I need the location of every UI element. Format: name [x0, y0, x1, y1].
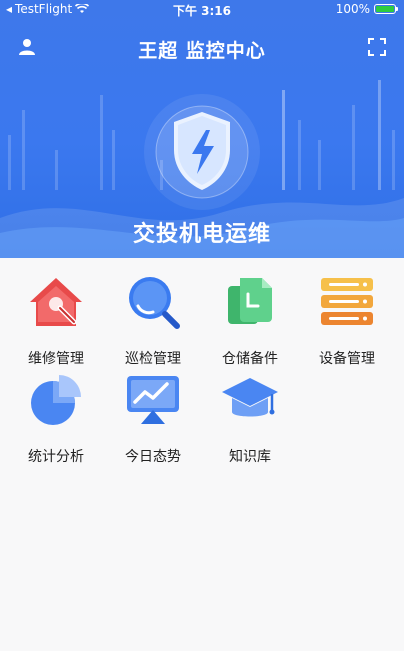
document-copy-icon [228, 278, 272, 324]
menu-item-statistics[interactable]: 统计分析 [11, 370, 101, 466]
menu-label: 巡检管理 [125, 351, 181, 367]
page-title: 王超 监控中心 [138, 40, 266, 62]
menu-label: 维修管理 [28, 351, 84, 367]
pie-chart-icon [31, 375, 81, 425]
header-banner: 王超 监控中心 交投机电运维 [0, 0, 404, 258]
battery-icon [374, 4, 398, 14]
fullscreen-icon[interactable] [368, 38, 386, 56]
repair-house-icon [30, 278, 82, 326]
trend-screen-icon [127, 376, 179, 424]
menu-item-repair[interactable]: 维修管理 [11, 272, 101, 368]
menu-label: 今日态势 [125, 449, 181, 465]
shield-lightning-icon [144, 94, 260, 210]
menu-label: 统计分析 [28, 449, 84, 465]
menu-label: 知识库 [229, 449, 271, 465]
menu-item-equipment[interactable]: 设备管理 [302, 272, 392, 368]
server-stack-icon [321, 278, 373, 325]
battery-percent: 100% [335, 2, 370, 16]
menu-area: 维修管理 巡检管理 仓储备件 设备管理 统计分析 今日态势 知识库 [0, 258, 404, 651]
menu-item-warehouse[interactable]: 仓储备件 [205, 272, 295, 368]
status-right: 100% [335, 2, 398, 16]
menu-item-knowledge[interactable]: 知识库 [205, 370, 295, 466]
graduation-cap-icon [222, 378, 278, 417]
status-bar: ◂ TestFlight 下午 3:16 100% [0, 0, 404, 18]
menu-item-inspection[interactable]: 巡检管理 [108, 272, 198, 368]
menu-label: 设备管理 [319, 351, 375, 367]
menu-item-today[interactable]: 今日态势 [108, 370, 198, 466]
magnifier-icon [129, 277, 180, 329]
menu-label: 仓储备件 [222, 351, 278, 367]
header-subtitle: 交投机电运维 [132, 222, 271, 247]
